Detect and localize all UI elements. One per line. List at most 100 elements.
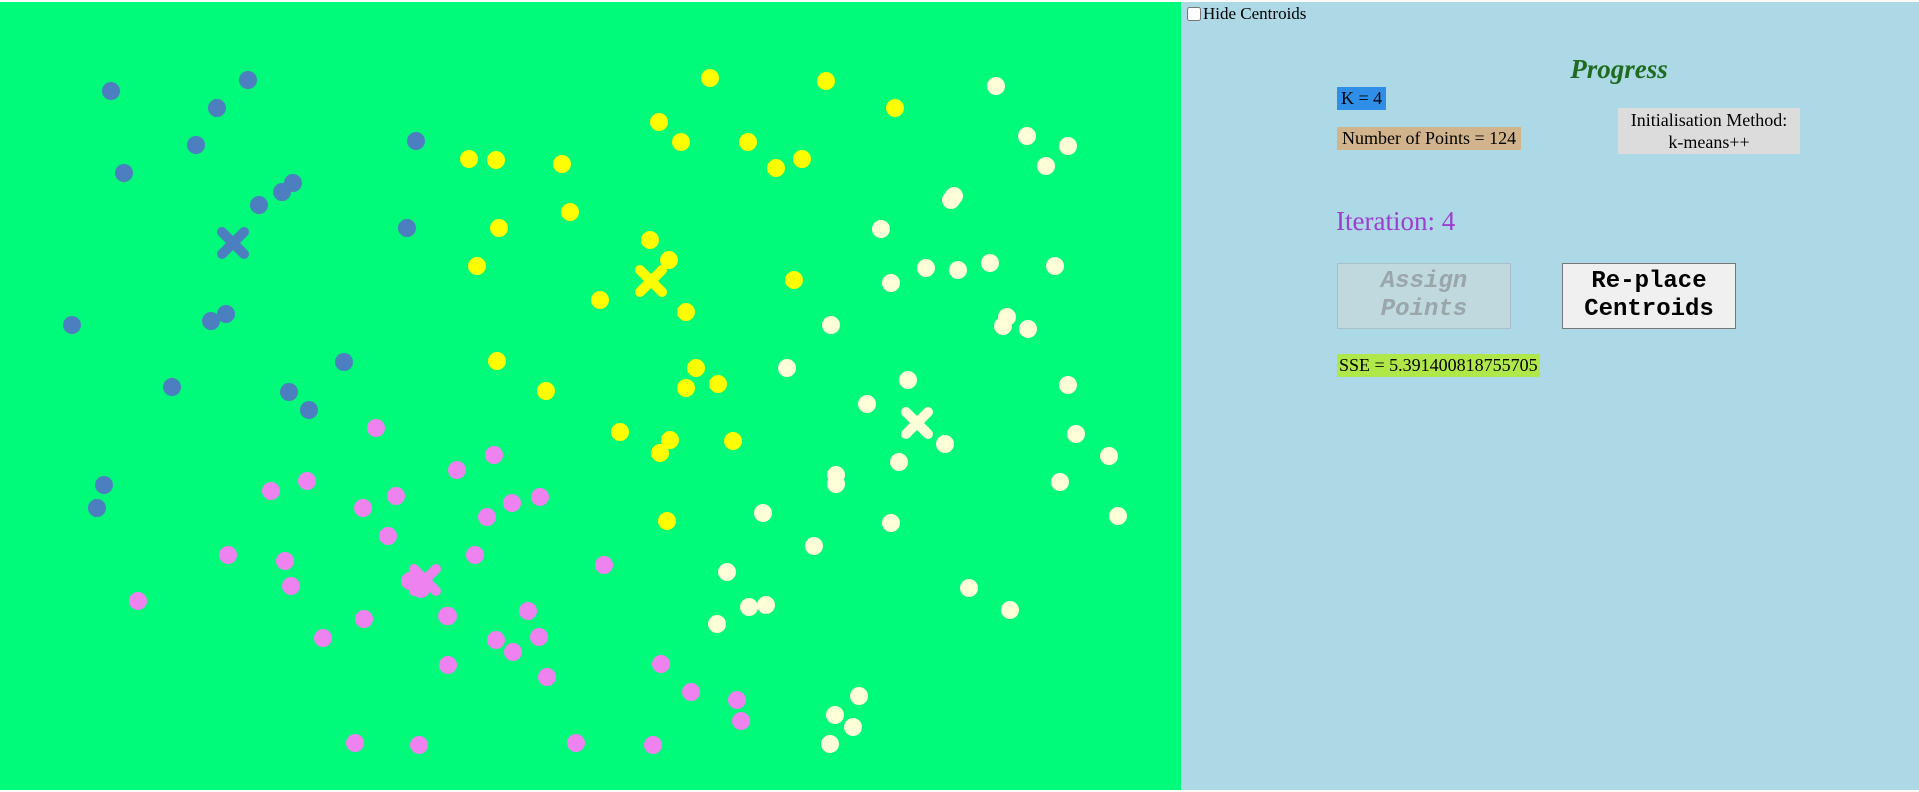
data-point-cream-30: [805, 537, 823, 555]
data-point-cream-7: [949, 261, 967, 279]
hide-centroids-toggle[interactable]: Hide Centroids: [1187, 4, 1306, 24]
data-point-cream-22: [1100, 447, 1118, 465]
data-point-pink-36: [644, 736, 662, 754]
data-point-cream-32: [960, 579, 978, 597]
data-point-blue-8: [407, 132, 425, 150]
data-point-pink-7: [503, 494, 521, 512]
data-point-blue-14: [163, 378, 181, 396]
data-point-pink-15: [466, 546, 484, 564]
data-point-pink-2: [448, 461, 466, 479]
replace-centroids-line1: Re-place: [1591, 268, 1707, 295]
data-point-blue-7: [250, 196, 268, 214]
data-point-cream-28: [754, 504, 772, 522]
data-point-pink-32: [538, 668, 556, 686]
data-point-blue-4: [115, 164, 133, 182]
data-point-pink-31: [732, 712, 750, 730]
control-panel: Hide Centroids Progress K = 4 Number of …: [1181, 2, 1919, 790]
data-point-yellow-17: [677, 303, 695, 321]
data-point-cream-17: [899, 371, 917, 389]
data-point-pink-26: [504, 643, 522, 661]
data-point-cream-18: [858, 395, 876, 413]
data-point-cream-21: [1067, 425, 1085, 443]
data-point-blue-12: [217, 305, 235, 323]
data-point-pink-19: [129, 592, 147, 610]
data-point-yellow-11: [561, 203, 579, 221]
data-point-pink-27: [439, 656, 457, 674]
data-point-yellow-2: [886, 99, 904, 117]
replace-centroids-button[interactable]: Re-place Centroids: [1562, 263, 1736, 329]
data-point-yellow-6: [793, 150, 811, 168]
assign-points-line2: Points: [1380, 296, 1468, 323]
data-point-pink-8: [531, 488, 549, 506]
data-point-cream-24: [890, 453, 908, 471]
data-point-blue-3: [187, 136, 205, 154]
data-point-pink-1: [485, 446, 503, 464]
data-point-yellow-15: [468, 257, 486, 275]
data-point-cream-39: [844, 718, 862, 736]
data-point-cream-37: [850, 687, 868, 705]
data-point-yellow-26: [651, 444, 669, 462]
data-point-cream-14: [1019, 320, 1037, 338]
data-point-blue-18: [88, 499, 106, 517]
data-point-pink-9: [478, 508, 496, 526]
data-point-yellow-16: [591, 291, 609, 309]
data-point-cream-13: [994, 317, 1012, 335]
initialisation-method-label: Initialisation Method:: [1630, 110, 1788, 130]
data-point-yellow-13: [641, 231, 659, 249]
data-point-pink-3: [298, 472, 316, 490]
data-point-yellow-28: [658, 512, 676, 530]
data-point-cream-40: [821, 735, 839, 753]
data-point-pink-10: [379, 527, 397, 545]
data-point-yellow-4: [672, 133, 690, 151]
data-point-yellow-22: [677, 379, 695, 397]
data-point-cream-25: [827, 475, 845, 493]
data-point-cream-29: [882, 514, 900, 532]
data-point-pink-5: [387, 487, 405, 505]
data-point-pink-13: [276, 552, 294, 570]
data-point-pink-30: [728, 691, 746, 709]
data-point-cream-10: [882, 274, 900, 292]
hide-centroids-checkbox[interactable]: [1187, 7, 1201, 21]
sse-value-badge: SSE = 5.391400818755705: [1337, 354, 1540, 377]
initialisation-method-value: k-means++: [1668, 132, 1750, 152]
data-point-blue-1: [239, 71, 257, 89]
replace-centroids-line2: Centroids: [1584, 296, 1714, 323]
data-point-blue-9: [398, 219, 416, 237]
scatter-plot[interactable]: [0, 2, 1181, 790]
data-point-cream-11: [1046, 257, 1064, 275]
data-point-yellow-9: [487, 151, 505, 169]
data-point-cream-16: [778, 359, 796, 377]
data-point-yellow-7: [767, 159, 785, 177]
data-point-cream-1: [1018, 127, 1036, 145]
data-point-cream-34: [740, 598, 758, 616]
data-point-blue-6: [273, 183, 291, 201]
data-point-yellow-24: [611, 423, 629, 441]
data-point-pink-25: [530, 628, 548, 646]
data-point-yellow-5: [739, 133, 757, 151]
data-point-cream-15: [822, 316, 840, 334]
data-point-pink-23: [314, 629, 332, 647]
data-point-cream-2: [1059, 137, 1077, 155]
data-point-blue-0: [102, 82, 120, 100]
hide-centroids-label: Hide Centroids: [1203, 4, 1307, 23]
data-point-blue-13: [335, 353, 353, 371]
data-point-yellow-23: [709, 375, 727, 393]
data-point-cream-0: [987, 77, 1005, 95]
assign-points-line1: Assign: [1380, 268, 1468, 295]
data-point-cream-9: [981, 254, 999, 272]
progress-title: Progress: [1570, 54, 1668, 84]
data-point-pink-29: [682, 683, 700, 701]
kmeans-canvas[interactable]: [0, 2, 1181, 790]
number-of-points-badge: Number of Points = 124: [1337, 127, 1522, 150]
data-point-cream-6: [872, 220, 890, 238]
data-point-pink-33: [346, 734, 364, 752]
data-point-yellow-3: [650, 113, 668, 131]
data-point-yellow-12: [490, 219, 508, 237]
data-point-cream-26: [1051, 473, 1069, 491]
assign-points-button[interactable]: Assign Points: [1337, 263, 1511, 329]
data-point-yellow-20: [537, 382, 555, 400]
data-point-yellow-21: [687, 359, 705, 377]
initialisation-method-box: Initialisation Method: k-means++: [1618, 108, 1800, 154]
data-point-cream-38: [826, 706, 844, 724]
data-point-pink-24: [487, 631, 505, 649]
